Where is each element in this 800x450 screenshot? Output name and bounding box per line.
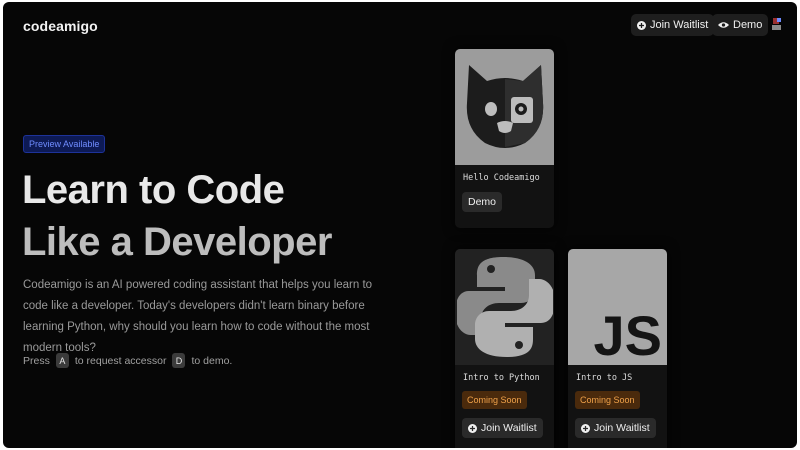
eye-icon [718, 22, 729, 28]
headline-line-2: Like a Developer [22, 220, 332, 264]
user-avatar-icon[interactable] [771, 18, 782, 30]
coming-soon-badge: Coming Soon [462, 391, 527, 409]
headline-line-1: Learn to Code [22, 168, 285, 212]
logo[interactable]: codeamigo [23, 18, 98, 34]
shortcut-press-text: Press [23, 354, 50, 367]
plus-circle-icon [468, 423, 477, 433]
card-image [455, 249, 554, 365]
card-intro-to-python[interactable]: Intro to Python Coming Soon Join Waitlis… [455, 249, 554, 448]
card-demo-button[interactable]: Demo [462, 192, 503, 212]
card-hello-codeamigo[interactable]: Hello Codeamigo Demo [455, 49, 554, 228]
shortcut-end-text: to demo. [191, 354, 233, 367]
card-join-waitlist-label: Join Waitlist [594, 422, 650, 434]
dog-robot-logo-icon [466, 65, 543, 148]
card-intro-to-js[interactable]: JS Intro to JS Coming Soon Join Waitlist [568, 249, 667, 448]
demo-label: Demo [733, 19, 763, 31]
plus-circle-icon [637, 20, 646, 30]
card-title: Hello Codeamigo [463, 173, 540, 183]
card-image [455, 49, 554, 165]
card-title: Intro to JS [576, 373, 633, 383]
hero-headline: Learn to Code Like a Developer [22, 164, 332, 268]
js-logo-icon: JS [594, 304, 663, 365]
join-waitlist-label: Join Waitlist [650, 19, 709, 31]
card-join-waitlist-button[interactable]: Join Waitlist [462, 418, 543, 438]
keyboard-shortcut-hint: Press A to request accessor D to demo. [23, 353, 232, 368]
card-join-waitlist-label: Join Waitlist [481, 422, 537, 434]
join-waitlist-button[interactable]: Join Waitlist [631, 14, 715, 36]
demo-button[interactable]: Demo [712, 14, 769, 36]
plus-circle-icon [581, 423, 590, 433]
shortcut-middle-text: to request accessor [74, 354, 167, 367]
card-image: JS [568, 249, 667, 365]
python-logo-icon [456, 257, 553, 357]
preview-badge: Preview Available [23, 135, 106, 153]
coming-soon-badge: Coming Soon [575, 391, 640, 409]
hero-description: Codeamigo is an AI powered coding assist… [23, 279, 373, 354]
card-join-waitlist-button[interactable]: Join Waitlist [575, 418, 656, 438]
key-a: A [55, 353, 69, 368]
app-frame: codeamigo Join Waitlist Demo Preview Ava… [3, 2, 797, 448]
key-d: D [172, 353, 186, 368]
card-title: Intro to Python [463, 373, 540, 383]
svg-text:JS: JS [594, 304, 663, 365]
